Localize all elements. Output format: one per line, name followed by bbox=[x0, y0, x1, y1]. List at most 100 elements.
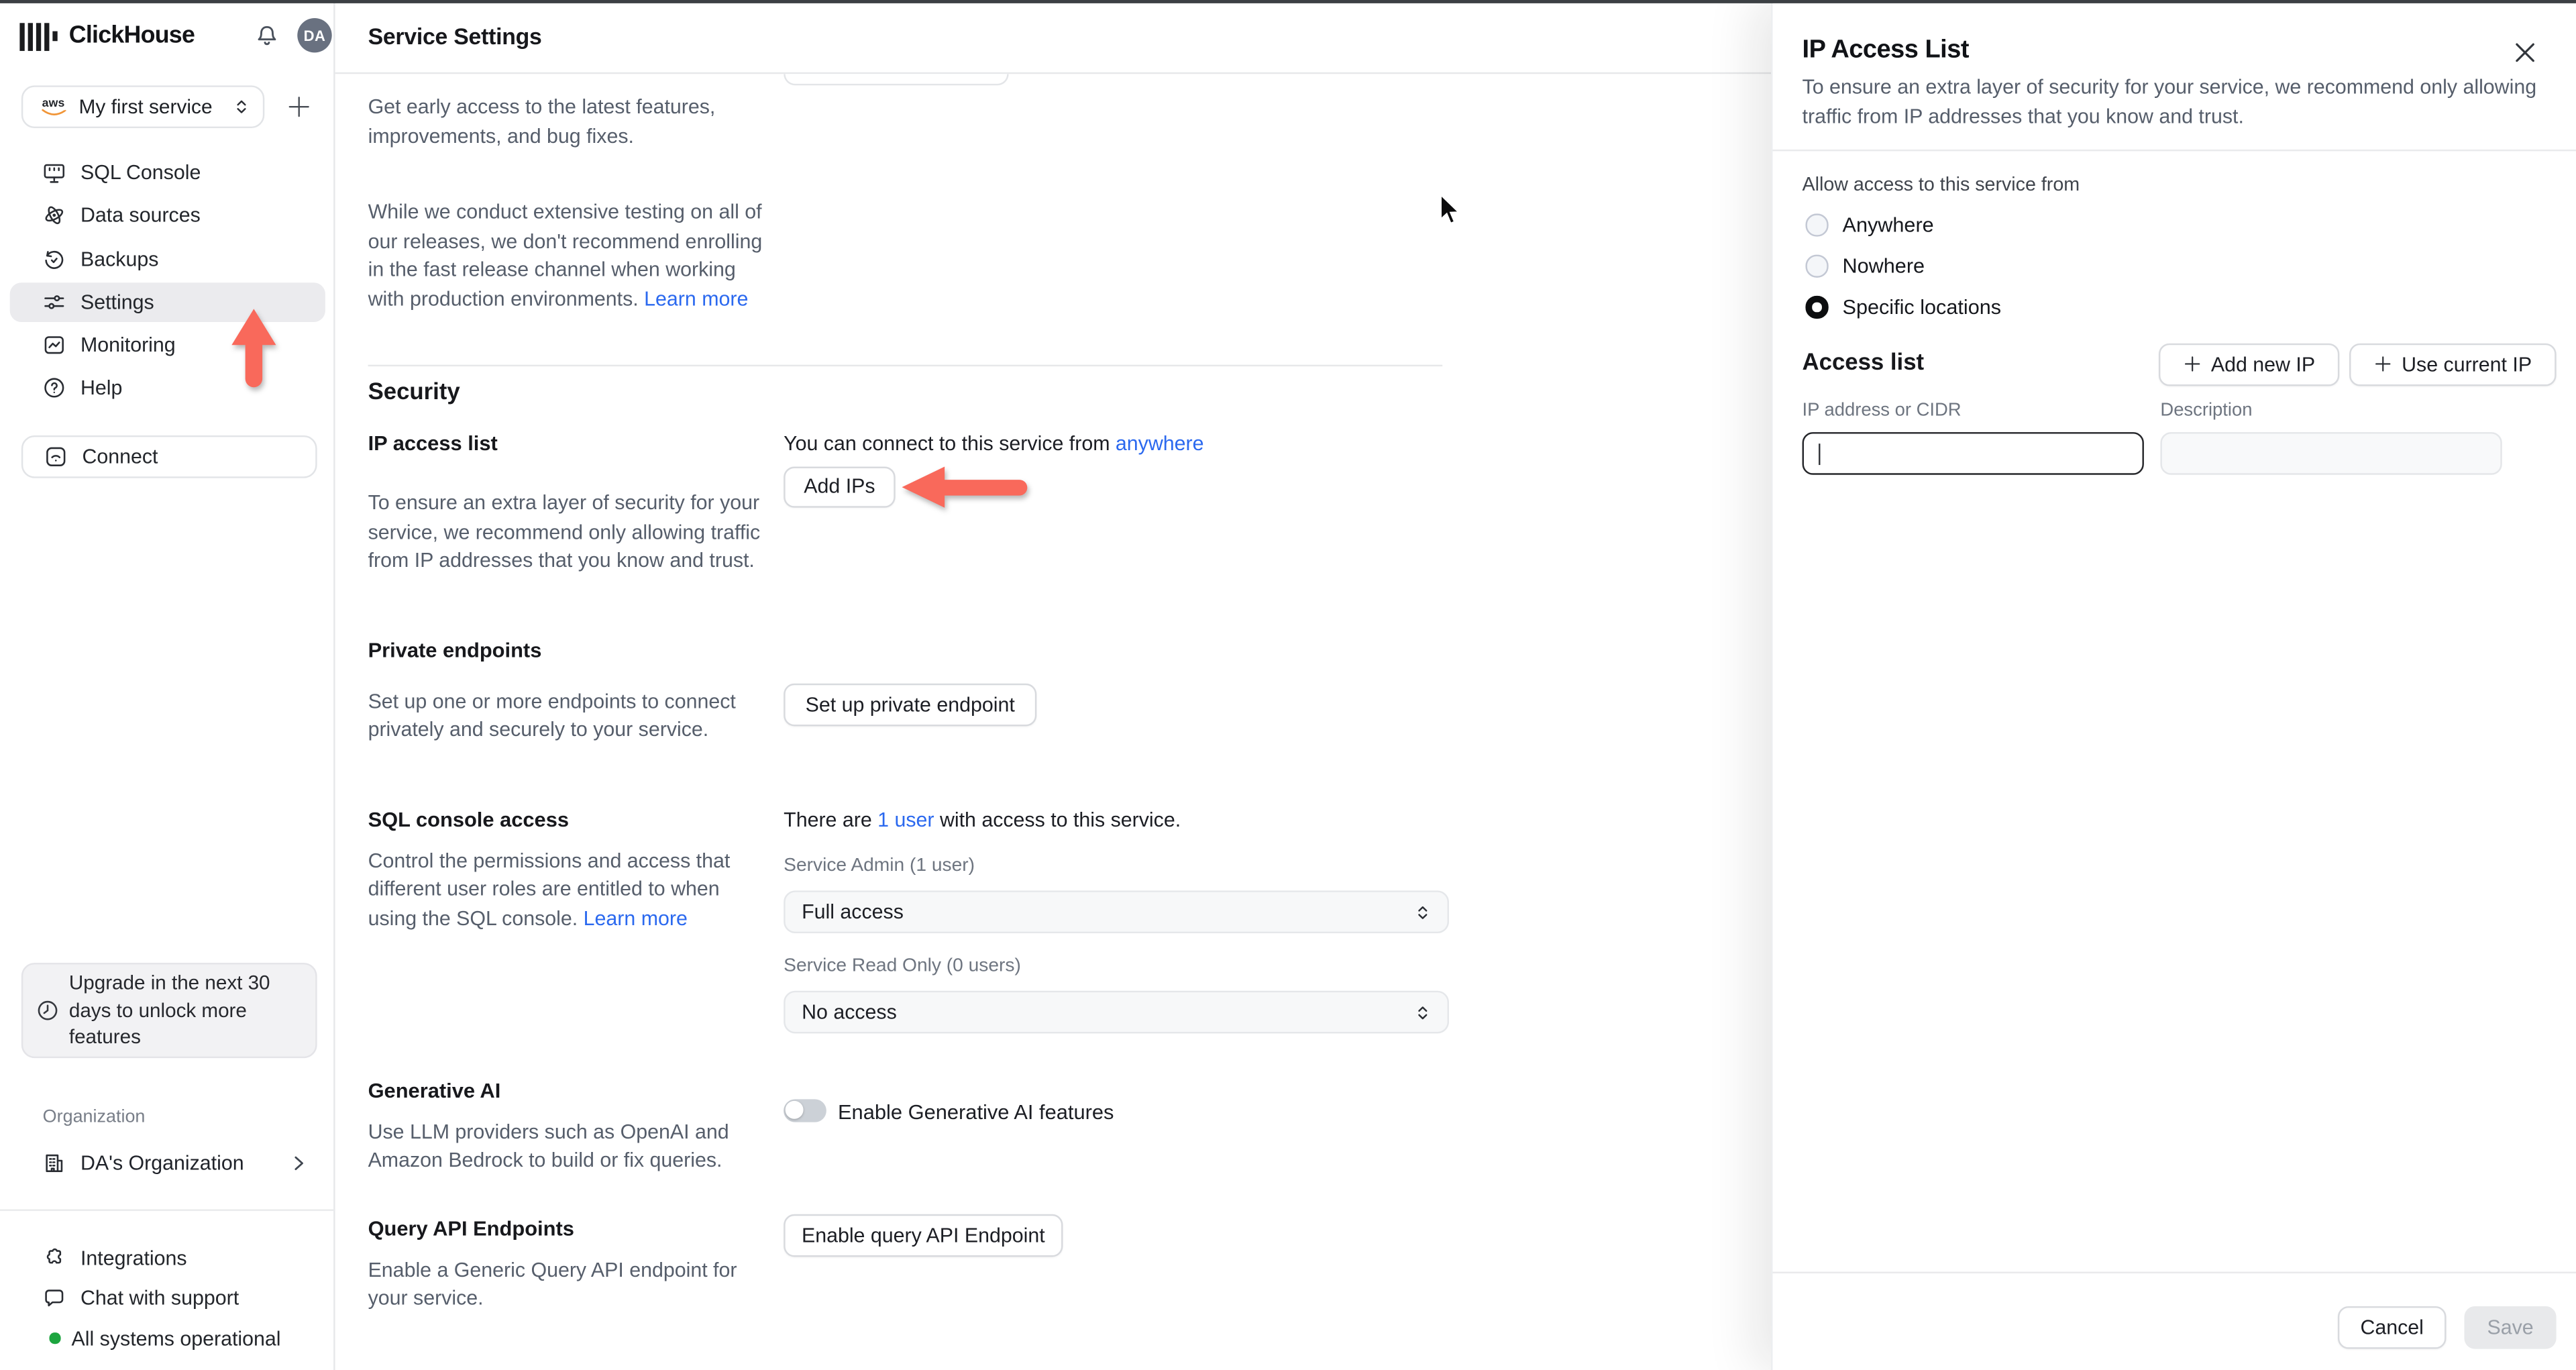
service-selector-row: aws My first service bbox=[21, 85, 319, 129]
generative-ai-label: Generative AI bbox=[368, 1078, 501, 1102]
generative-ai-toggle-label: Enable Generative AI features bbox=[837, 1100, 1114, 1123]
ip-access-list-panel: IP Access List To ensure an extra layer … bbox=[1771, 0, 2576, 1370]
sidebar-header: ClickHouse DA bbox=[19, 17, 332, 54]
organization-name: DA's Organization bbox=[80, 1151, 244, 1174]
sidebar-item-system-status[interactable]: All systems operational bbox=[10, 1318, 325, 1358]
enable-query-api-button[interactable]: Enable query API Endpoint bbox=[784, 1213, 1063, 1257]
organization-row[interactable]: DA's Organization bbox=[10, 1142, 325, 1183]
anywhere-link[interactable]: anywhere bbox=[1116, 431, 1204, 454]
sidebar-item-backups[interactable]: Backups bbox=[10, 240, 325, 279]
connect-button[interactable]: Connect bbox=[21, 435, 317, 478]
brand-name: ClickHouse bbox=[68, 23, 195, 50]
service-readonly-select[interactable]: No access bbox=[784, 990, 1450, 1034]
sql-users-text: There are 1 user with access to this ser… bbox=[784, 808, 1181, 832]
status-green-dot-icon bbox=[49, 1332, 60, 1344]
upgrade-banner[interactable]: Upgrade in the next 30 days to unlock mo… bbox=[21, 963, 317, 1059]
sidebar-item-integrations[interactable]: Integrations bbox=[10, 1239, 325, 1279]
access-list-title: Access list bbox=[1802, 350, 1925, 376]
panel-footer-divider bbox=[1772, 1271, 2576, 1273]
radio-circle-icon bbox=[1805, 213, 1828, 237]
close-icon[interactable] bbox=[2509, 36, 2542, 69]
service-admin-label: Service Admin (1 user) bbox=[784, 855, 975, 876]
connect-icon bbox=[46, 447, 66, 466]
panel-divider bbox=[1772, 149, 2576, 152]
clock-icon bbox=[38, 1000, 58, 1020]
service-admin-select[interactable]: Full access bbox=[784, 890, 1450, 934]
setup-private-endpoint-button[interactable]: Set up private endpoint bbox=[784, 683, 1037, 727]
sidebar-item-settings[interactable]: Settings bbox=[9, 282, 325, 322]
ip-access-list-label: IP access list bbox=[368, 432, 498, 456]
description-field-label: Description bbox=[2160, 400, 2253, 420]
release-channel-paragraph-1: Get early access to the latest features,… bbox=[368, 95, 716, 148]
add-service-button[interactable] bbox=[286, 94, 312, 120]
sidebar-item-chat-support[interactable]: Chat with support bbox=[10, 1278, 325, 1318]
text-cursor bbox=[1817, 443, 1820, 466]
query-api-description: Enable a Generic Query API endpoint for … bbox=[368, 1257, 737, 1310]
service-selector[interactable]: aws My first service bbox=[21, 85, 265, 129]
notifications-bell-icon[interactable] bbox=[252, 21, 281, 51]
panel-description: To ensure an extra layer of security for… bbox=[1802, 75, 2537, 128]
sql-console-access-label: SQL console access bbox=[368, 808, 570, 832]
chevron-up-down-icon bbox=[1418, 1006, 1428, 1019]
organization-section-label: Organization bbox=[42, 1107, 146, 1128]
chevron-up-down-icon bbox=[1418, 905, 1428, 918]
add-ips-button[interactable]: Add IPs bbox=[784, 466, 896, 508]
plus-icon bbox=[2184, 356, 2200, 372]
page-title: Service Settings bbox=[368, 23, 542, 49]
query-api-endpoints-label: Query API Endpoints bbox=[368, 1217, 574, 1241]
chevron-up-down-icon bbox=[237, 100, 246, 113]
sidebar-item-help[interactable]: Help bbox=[10, 369, 325, 409]
description-input[interactable] bbox=[2160, 431, 2502, 474]
one-user-link[interactable]: 1 user bbox=[877, 808, 934, 831]
sidebar: ClickHouse DA aws My first service SQL C… bbox=[0, 0, 335, 1370]
upgrade-text: Upgrade in the next 30 days to unlock mo… bbox=[68, 970, 270, 1049]
avatar[interactable]: DA bbox=[297, 17, 332, 53]
generative-ai-toggle[interactable] bbox=[784, 1099, 826, 1122]
plus-icon bbox=[288, 97, 309, 117]
radio-selected-icon bbox=[1805, 296, 1828, 319]
cancel-button[interactable]: Cancel bbox=[2337, 1305, 2447, 1349]
radio-nowhere[interactable]: Nowhere bbox=[1805, 252, 1925, 280]
organization-building-icon bbox=[46, 1153, 63, 1171]
use-current-ip-button[interactable]: Use current IP bbox=[2349, 343, 2557, 386]
release-channel-select-cutoff[interactable] bbox=[784, 74, 1009, 86]
service-readonly-label: Service Read Only (0 users) bbox=[784, 956, 1021, 976]
add-new-ip-button[interactable]: Add new IP bbox=[2158, 343, 2340, 386]
red-arrow-left-annotation bbox=[902, 466, 1028, 508]
red-arrow-up-annotation bbox=[231, 309, 276, 388]
chat-bubble-icon bbox=[45, 1289, 64, 1307]
radio-specific-locations[interactable]: Specific locations bbox=[1805, 293, 2001, 321]
window-top-edge bbox=[0, 0, 2576, 3]
sidebar-nav: SQL Console Data sources Backups Setting… bbox=[9, 153, 325, 412]
sidebar-divider bbox=[0, 1209, 335, 1211]
settings-icon bbox=[44, 295, 64, 309]
ip-connect-text: You can connect to this service from any… bbox=[784, 431, 1204, 455]
radio-anywhere[interactable]: Anywhere bbox=[1805, 211, 1934, 240]
clickhouse-console: ClickHouse DA aws My first service SQL C… bbox=[0, 0, 2576, 1370]
chevron-right-icon bbox=[294, 1155, 303, 1169]
sidebar-item-data-sources[interactable]: Data sources bbox=[10, 196, 325, 235]
sql-learn-more-link[interactable]: Learn more bbox=[584, 906, 688, 929]
settings-scroll-area: Get early access to the latest features,… bbox=[335, 74, 1771, 1370]
private-endpoints-description: Set up one or more endpoints to connect … bbox=[368, 689, 736, 741]
service-name: My first service bbox=[78, 95, 213, 119]
private-endpoints-label: Private endpoints bbox=[368, 638, 542, 662]
help-icon bbox=[44, 378, 64, 399]
integrations-puzzle-icon bbox=[46, 1248, 62, 1264]
sidebar-item-sql-console[interactable]: SQL Console bbox=[10, 153, 325, 193]
plus-icon bbox=[2375, 356, 2391, 372]
sidebar-item-monitoring[interactable]: Monitoring bbox=[10, 325, 325, 365]
toggle-knob bbox=[786, 1101, 804, 1120]
data-sources-icon bbox=[45, 207, 64, 225]
panel-title: IP Access List bbox=[1802, 36, 1970, 64]
release-learn-more-link[interactable]: Learn more bbox=[644, 287, 748, 310]
generative-ai-description: Use LLM providers such as OpenAI and Ama… bbox=[368, 1119, 729, 1172]
ip-cidr-field-label: IP address or CIDR bbox=[1802, 400, 1962, 420]
aws-provider-icon: aws bbox=[40, 97, 68, 116]
sql-access-description: Control the permissions and access that … bbox=[368, 848, 731, 930]
save-button[interactable]: Save bbox=[2464, 1305, 2557, 1349]
ip-cidr-input[interactable] bbox=[1802, 431, 2144, 474]
security-heading: Security bbox=[368, 379, 460, 406]
page-header: Service Settings bbox=[335, 0, 1772, 74]
backups-icon bbox=[45, 250, 64, 268]
